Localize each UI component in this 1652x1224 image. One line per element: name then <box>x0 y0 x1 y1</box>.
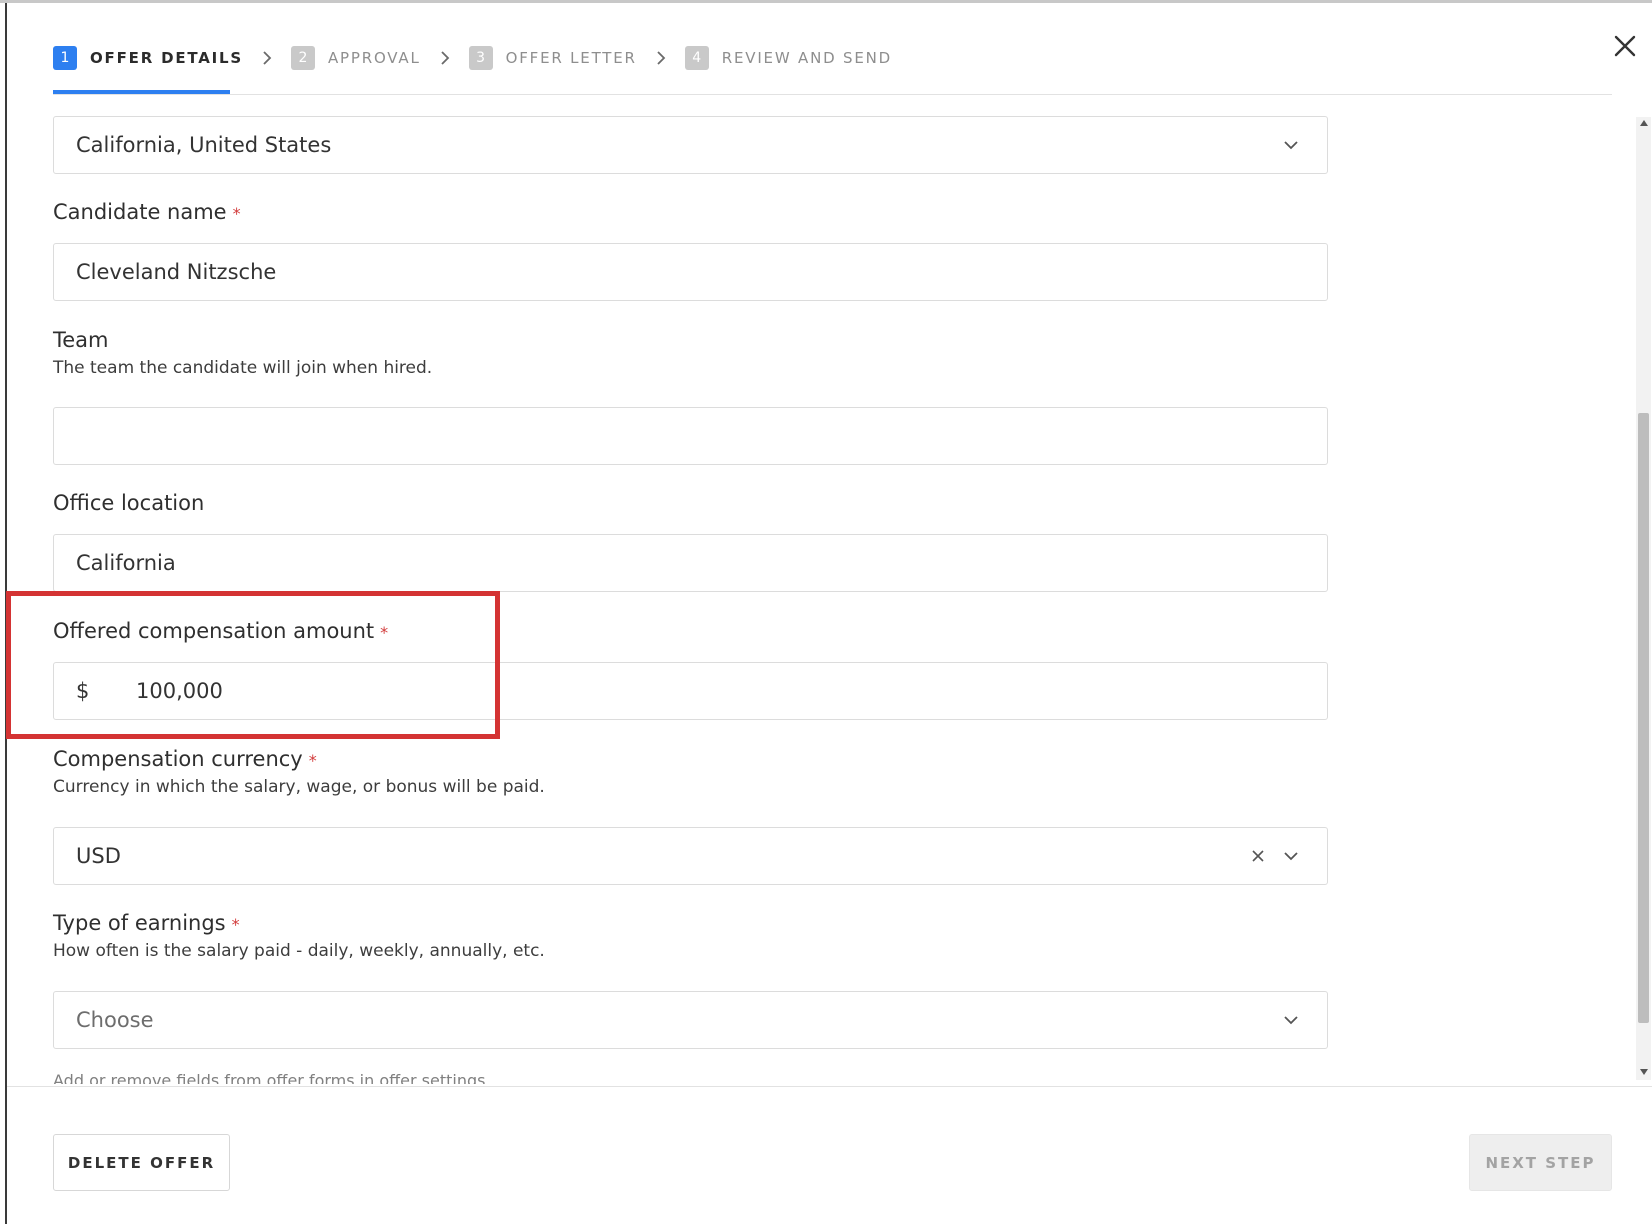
scrollbar-thumb[interactable] <box>1638 413 1649 1023</box>
required-marker: * <box>232 204 241 223</box>
step-approval[interactable]: 2 APPROVAL <box>290 46 421 70</box>
close-icon <box>1614 35 1636 57</box>
earnings-type-label: Type of earnings <box>53 911 226 935</box>
office-location-input[interactable]: California <box>53 534 1328 592</box>
chevron-down-icon <box>1284 1016 1298 1025</box>
footer-divider <box>7 1086 1652 1087</box>
chevron-down-icon <box>1284 141 1298 150</box>
team-label-group: Team The team the candidate will join wh… <box>53 328 1328 378</box>
candidate-name-label-group: Candidate name * <box>53 200 1328 224</box>
step-number: 3 <box>468 46 493 70</box>
earnings-type-select[interactable]: Choose <box>53 991 1328 1049</box>
step-number: 1 <box>53 46 77 70</box>
step-label: APPROVAL <box>327 49 421 67</box>
step-number: 4 <box>684 46 709 70</box>
chevron-right-icon <box>261 50 273 66</box>
compensation-amount-input[interactable]: $ 100,000 <box>53 662 1328 720</box>
step-offer-details[interactable]: 1 OFFER DETAILS <box>53 46 243 70</box>
window-top-border <box>0 0 1652 3</box>
office-location-label-group: Office location <box>53 491 1328 515</box>
location-select[interactable]: California, United States <box>53 116 1328 174</box>
team-input[interactable] <box>53 407 1328 465</box>
step-label: REVIEW AND SEND <box>721 49 892 67</box>
required-marker: * <box>380 623 389 642</box>
offer-stepper: 1 OFFER DETAILS 2 APPROVAL 3 OFFER LETTE… <box>53 44 892 72</box>
team-help-text: The team the candidate will join when hi… <box>53 358 433 378</box>
chevron-right-icon <box>655 50 667 66</box>
next-step-button[interactable]: NEXT STEP <box>1469 1134 1612 1191</box>
compensation-amount-label: Offered compensation amount <box>53 619 375 643</box>
candidate-name-value: Cleveland Nitzsche <box>76 260 277 284</box>
window-left-border <box>5 3 7 1224</box>
chevron-down-icon[interactable] <box>1281 846 1301 866</box>
compensation-amount-value: 100,000 <box>136 679 223 703</box>
earnings-type-help-text: How often is the salary paid - daily, we… <box>53 941 545 961</box>
required-marker: * <box>231 915 240 934</box>
required-marker: * <box>308 751 317 770</box>
team-label: Team <box>53 328 109 352</box>
clear-icon[interactable] <box>1249 847 1267 865</box>
compensation-currency-select[interactable]: USD <box>53 827 1328 885</box>
compensation-currency-help-text: Currency in which the salary, wage, or b… <box>53 777 545 797</box>
scroll-down-arrow-icon[interactable] <box>1640 1069 1648 1075</box>
step-label: OFFER DETAILS <box>90 49 243 67</box>
office-location-label: Office location <box>53 491 205 515</box>
compensation-currency-label: Compensation currency <box>53 747 303 771</box>
candidate-name-input[interactable]: Cleveland Nitzsche <box>53 243 1328 301</box>
currency-symbol: $ <box>76 679 90 703</box>
office-location-value: California <box>76 551 176 575</box>
step-label: OFFER LETTER <box>505 49 637 67</box>
compensation-currency-value: USD <box>76 844 121 868</box>
stepper-divider <box>53 94 1612 95</box>
earnings-type-label-group: Type of earnings * How often is the salar… <box>53 911 1328 961</box>
offer-settings-note-text: Add or remove fields from offer forms in… <box>53 1072 486 1084</box>
earnings-type-placeholder: Choose <box>76 1008 154 1032</box>
step-review-and-send[interactable]: 4 REVIEW AND SEND <box>684 46 892 70</box>
scroll-up-arrow-icon[interactable] <box>1640 120 1648 126</box>
compensation-currency-label-group: Compensation currency * Currency in which… <box>53 747 1328 797</box>
chevron-right-icon <box>439 50 451 66</box>
compensation-amount-label-group: Offered compensation amount * <box>53 619 1328 643</box>
close-button[interactable] <box>1612 33 1638 59</box>
delete-offer-button[interactable]: DELETE OFFER <box>53 1134 230 1191</box>
candidate-name-label: Candidate name <box>53 200 227 224</box>
location-select-value: California, United States <box>76 133 332 157</box>
step-number: 2 <box>290 46 315 70</box>
offer-settings-note[interactable]: Add or remove fields from offer forms in… <box>53 1072 485 1084</box>
step-offer-letter[interactable]: 3 OFFER LETTER <box>468 46 637 70</box>
